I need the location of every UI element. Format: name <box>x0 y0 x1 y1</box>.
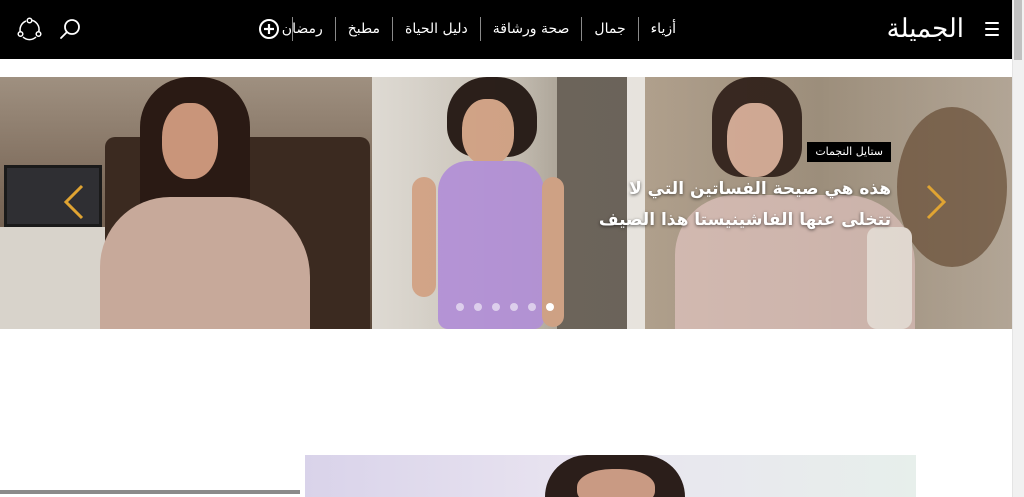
nav-item-fashion[interactable]: أزياء <box>637 17 688 41</box>
scrollbar[interactable] <box>1012 0 1024 497</box>
main-nav: أزياء جمال صحة ورشاقة دليل الحياة مطبخ ر… <box>270 17 688 41</box>
scrollbar-thumb[interactable] <box>1014 0 1022 60</box>
slider-dot[interactable] <box>492 303 500 311</box>
page: الجميلة أزياء جمال صحة ورشاقة دليل الحيا… <box>0 0 1024 497</box>
hero-slider[interactable]: ستايل النجمات هذه هي صيحة الفساتين التي … <box>0 77 1012 329</box>
menu-icon[interactable] <box>985 22 999 36</box>
bottom-divider <box>0 490 300 494</box>
slider-prev-arrow-icon[interactable] <box>60 182 88 222</box>
nav-item-lifestyle[interactable]: دليل الحياة <box>392 17 480 41</box>
search-icon[interactable] <box>58 17 82 41</box>
category-badge[interactable]: ستايل النجمات <box>807 142 891 162</box>
slider-dots <box>456 303 554 311</box>
nav-separator <box>292 17 293 41</box>
share-icon[interactable] <box>17 17 42 42</box>
plus-circle-icon[interactable] <box>259 19 279 39</box>
slider-dot[interactable] <box>510 303 518 311</box>
nav-item-health[interactable]: صحة ورشاقة <box>479 17 582 41</box>
slider-dot[interactable] <box>528 303 536 311</box>
slider-dot-active[interactable] <box>546 303 554 311</box>
slider-dot[interactable] <box>456 303 464 311</box>
nav-item-ramadan[interactable]: رمضان <box>270 17 335 41</box>
nav-item-kitchen[interactable]: مطبخ <box>334 17 392 41</box>
site-header: الجميلة أزياء جمال صحة ورشاقة دليل الحيا… <box>0 0 1012 59</box>
slider-next-arrow-icon[interactable] <box>922 182 950 222</box>
article-teaser-image[interactable] <box>305 455 916 497</box>
site-logo[interactable]: الجميلة <box>887 12 965 46</box>
slide-headline[interactable]: هذه هي صيحة الفساتين التي لا تتخلى عنها … <box>581 174 891 236</box>
slider-dot[interactable] <box>474 303 482 311</box>
nav-item-beauty[interactable]: جمال <box>581 17 637 41</box>
